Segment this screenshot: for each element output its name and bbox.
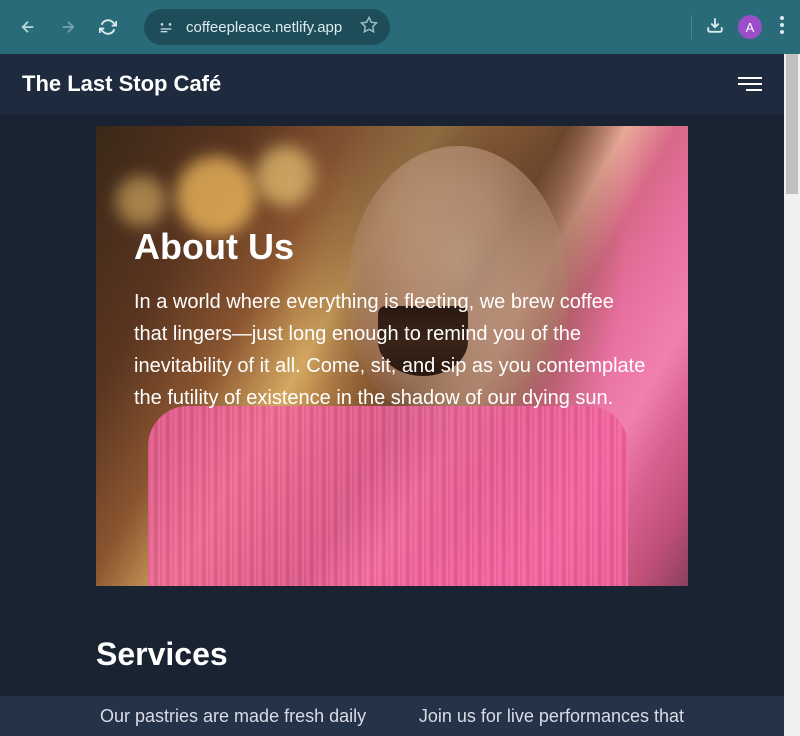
browser-menu-icon[interactable]	[776, 16, 788, 39]
site-title: The Last Stop Café	[22, 71, 221, 97]
service-item: Join us for live performances that	[419, 706, 684, 727]
hamburger-menu-icon[interactable]	[738, 77, 762, 91]
bokeh-light	[176, 156, 256, 236]
bookmark-star-icon[interactable]	[360, 16, 378, 39]
url-text: coffeepleace.netlify.app	[186, 19, 342, 36]
bokeh-light	[116, 176, 166, 226]
site-controls-icon[interactable]	[156, 17, 176, 37]
back-button[interactable]	[12, 11, 44, 43]
site-header: The Last Stop Café	[0, 54, 784, 114]
services-heading: Services	[96, 636, 784, 673]
profile-avatar[interactable]: A	[738, 15, 762, 39]
about-body-text: In a world where everything is fleeting,…	[134, 286, 650, 414]
reload-button[interactable]	[92, 11, 124, 43]
scrollbar-thumb[interactable]	[786, 54, 798, 194]
page-content: The Last Stop Café About Us In a world w…	[0, 54, 784, 736]
download-icon[interactable]	[706, 16, 724, 39]
services-row: Our pastries are made fresh daily Join u…	[0, 696, 784, 736]
toolbar-divider	[691, 15, 692, 39]
browser-toolbar: coffeepleace.netlify.app A	[0, 0, 800, 54]
about-heading: About Us	[134, 226, 650, 268]
hero-image-card: About Us In a world where everything is …	[96, 126, 688, 586]
avatar-letter: A	[746, 20, 755, 35]
forward-button[interactable]	[52, 11, 84, 43]
address-bar[interactable]: coffeepleace.netlify.app	[144, 9, 390, 45]
hero-image-sweater	[148, 406, 628, 586]
service-item: Our pastries are made fresh daily	[100, 706, 366, 727]
vertical-scrollbar[interactable]	[784, 54, 800, 736]
